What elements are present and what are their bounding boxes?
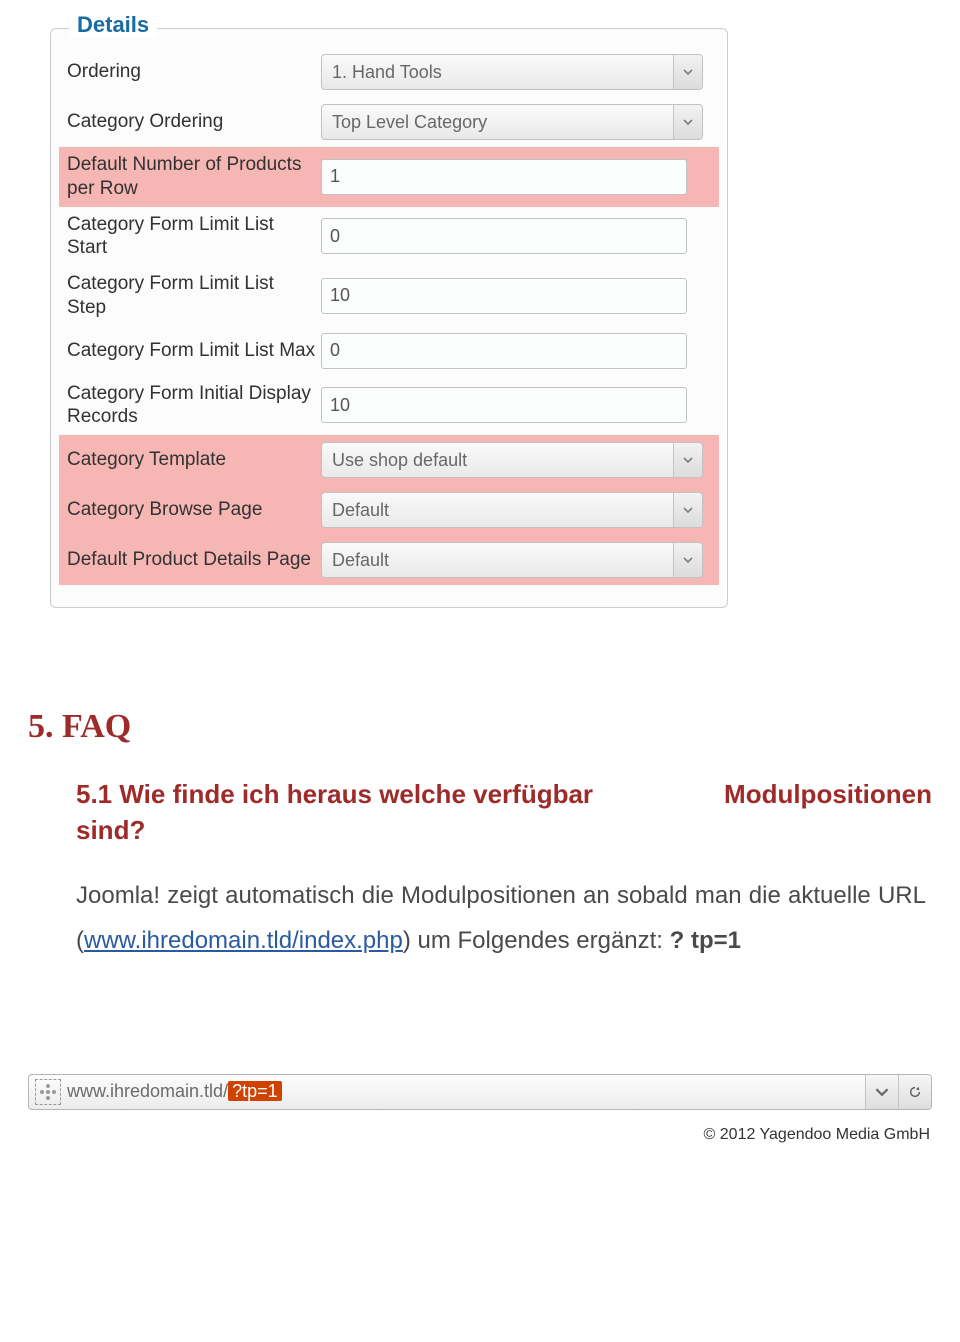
url-query-highlight: ?tp=1 — [228, 1081, 282, 1101]
form-row: Category Form Limit List Step 10 — [59, 266, 719, 326]
select-field[interactable]: 1. Hand Tools — [321, 54, 703, 90]
field-label: Category Browse Page — [63, 492, 321, 528]
field-label: Ordering — [63, 54, 321, 90]
text-input-value: 0 — [330, 226, 340, 247]
faq-subheading-left: 5.1 Wie finde ich heraus welche verfügba… — [76, 776, 646, 849]
form-row: Category Browse Page Default — [59, 485, 719, 535]
chevron-down-icon — [683, 117, 693, 127]
copyright-text: © 2012 Yagendoo Media GmbH — [0, 1120, 960, 1162]
text-input[interactable]: 10 — [321, 387, 687, 423]
select-value: Top Level Category — [332, 112, 487, 133]
select-toggle[interactable] — [673, 55, 702, 89]
field-label: Category Template — [63, 442, 321, 478]
browser-address-bar[interactable]: www.ihredomain.tld/?tp=1 — [28, 1074, 932, 1110]
form-row: Category Ordering Top Level Category — [59, 97, 719, 147]
select-toggle[interactable] — [673, 105, 702, 139]
faq-subheading: 5.1 Wie finde ich heraus welche verfügba… — [28, 776, 932, 849]
select-field[interactable]: Default — [321, 492, 703, 528]
select-toggle[interactable] — [673, 493, 702, 527]
chevron-down-icon — [683, 555, 693, 565]
history-dropdown-button[interactable] — [865, 1075, 898, 1109]
chevron-down-icon — [875, 1085, 889, 1099]
faq-subheading-right: Modulpositionen — [724, 776, 932, 849]
field-label: Category Form Limit List Step — [63, 266, 321, 326]
reload-button[interactable] — [898, 1075, 931, 1109]
select-field[interactable]: Default — [321, 542, 703, 578]
text-input[interactable]: 10 — [321, 278, 687, 314]
field-label: Category Form Initial Display Records — [63, 376, 321, 436]
chevron-down-icon — [683, 455, 693, 465]
address-bar-url[interactable]: www.ihredomain.tld/?tp=1 — [67, 1081, 282, 1102]
form-row: Default Number of Products per Row 1 — [59, 147, 719, 207]
text-input[interactable]: 0 — [321, 218, 687, 254]
details-fieldset: Details Ordering1. Hand ToolsCategory Or… — [50, 28, 728, 608]
form-row: Category Template Use shop default — [59, 435, 719, 485]
field-label: Default Number of Products per Row — [63, 147, 321, 207]
select-value: 1. Hand Tools — [332, 62, 442, 83]
text-input-value: 10 — [330, 395, 350, 416]
select-value: Default — [332, 500, 389, 521]
url-host: www.ihredomain.tld — [67, 1081, 223, 1101]
form-row: Category Form Limit List Start 0 — [59, 207, 719, 267]
chevron-down-icon — [683, 505, 693, 515]
form-row: Category Form Limit List Max 0 — [59, 326, 719, 376]
fieldset-legend: Details — [69, 12, 157, 38]
select-value: Default — [332, 550, 389, 571]
text-input-value: 1 — [330, 166, 340, 187]
form-row: Default Product Details Page Default — [59, 535, 719, 585]
faq-query-string: ? tp=1 — [670, 927, 741, 954]
faq-text-2: ) um Folgendes ergänzt: — [403, 927, 670, 954]
text-input[interactable]: 0 — [321, 333, 687, 369]
chevron-down-icon — [683, 67, 693, 77]
field-label: Category Form Limit List Max — [63, 333, 321, 369]
favicon-placeholder — [35, 1079, 61, 1105]
form-row: Category Form Initial Display Records 10 — [59, 376, 719, 436]
form-row: Ordering 1. Hand Tools — [59, 47, 719, 97]
select-field[interactable]: Top Level Category — [321, 104, 703, 140]
text-input-value: 10 — [330, 285, 350, 306]
field-label: Default Product Details Page — [63, 542, 321, 578]
text-input[interactable]: 1 — [321, 159, 687, 195]
faq-heading: 5. FAQ — [28, 708, 932, 746]
field-label: Category Ordering — [63, 104, 321, 140]
text-input-value: 0 — [330, 340, 340, 361]
select-field[interactable]: Use shop default — [321, 442, 703, 478]
select-value: Use shop default — [332, 450, 467, 471]
field-label: Category Form Limit List Start — [63, 207, 321, 267]
url-link[interactable]: www.ihredomain.tld/index.php — [84, 927, 403, 954]
select-toggle[interactable] — [673, 543, 702, 577]
select-toggle[interactable] — [673, 443, 702, 477]
faq-paragraph: Joomla! zeigt automatisch die Modulposit… — [28, 873, 932, 964]
reload-icon — [908, 1085, 922, 1099]
